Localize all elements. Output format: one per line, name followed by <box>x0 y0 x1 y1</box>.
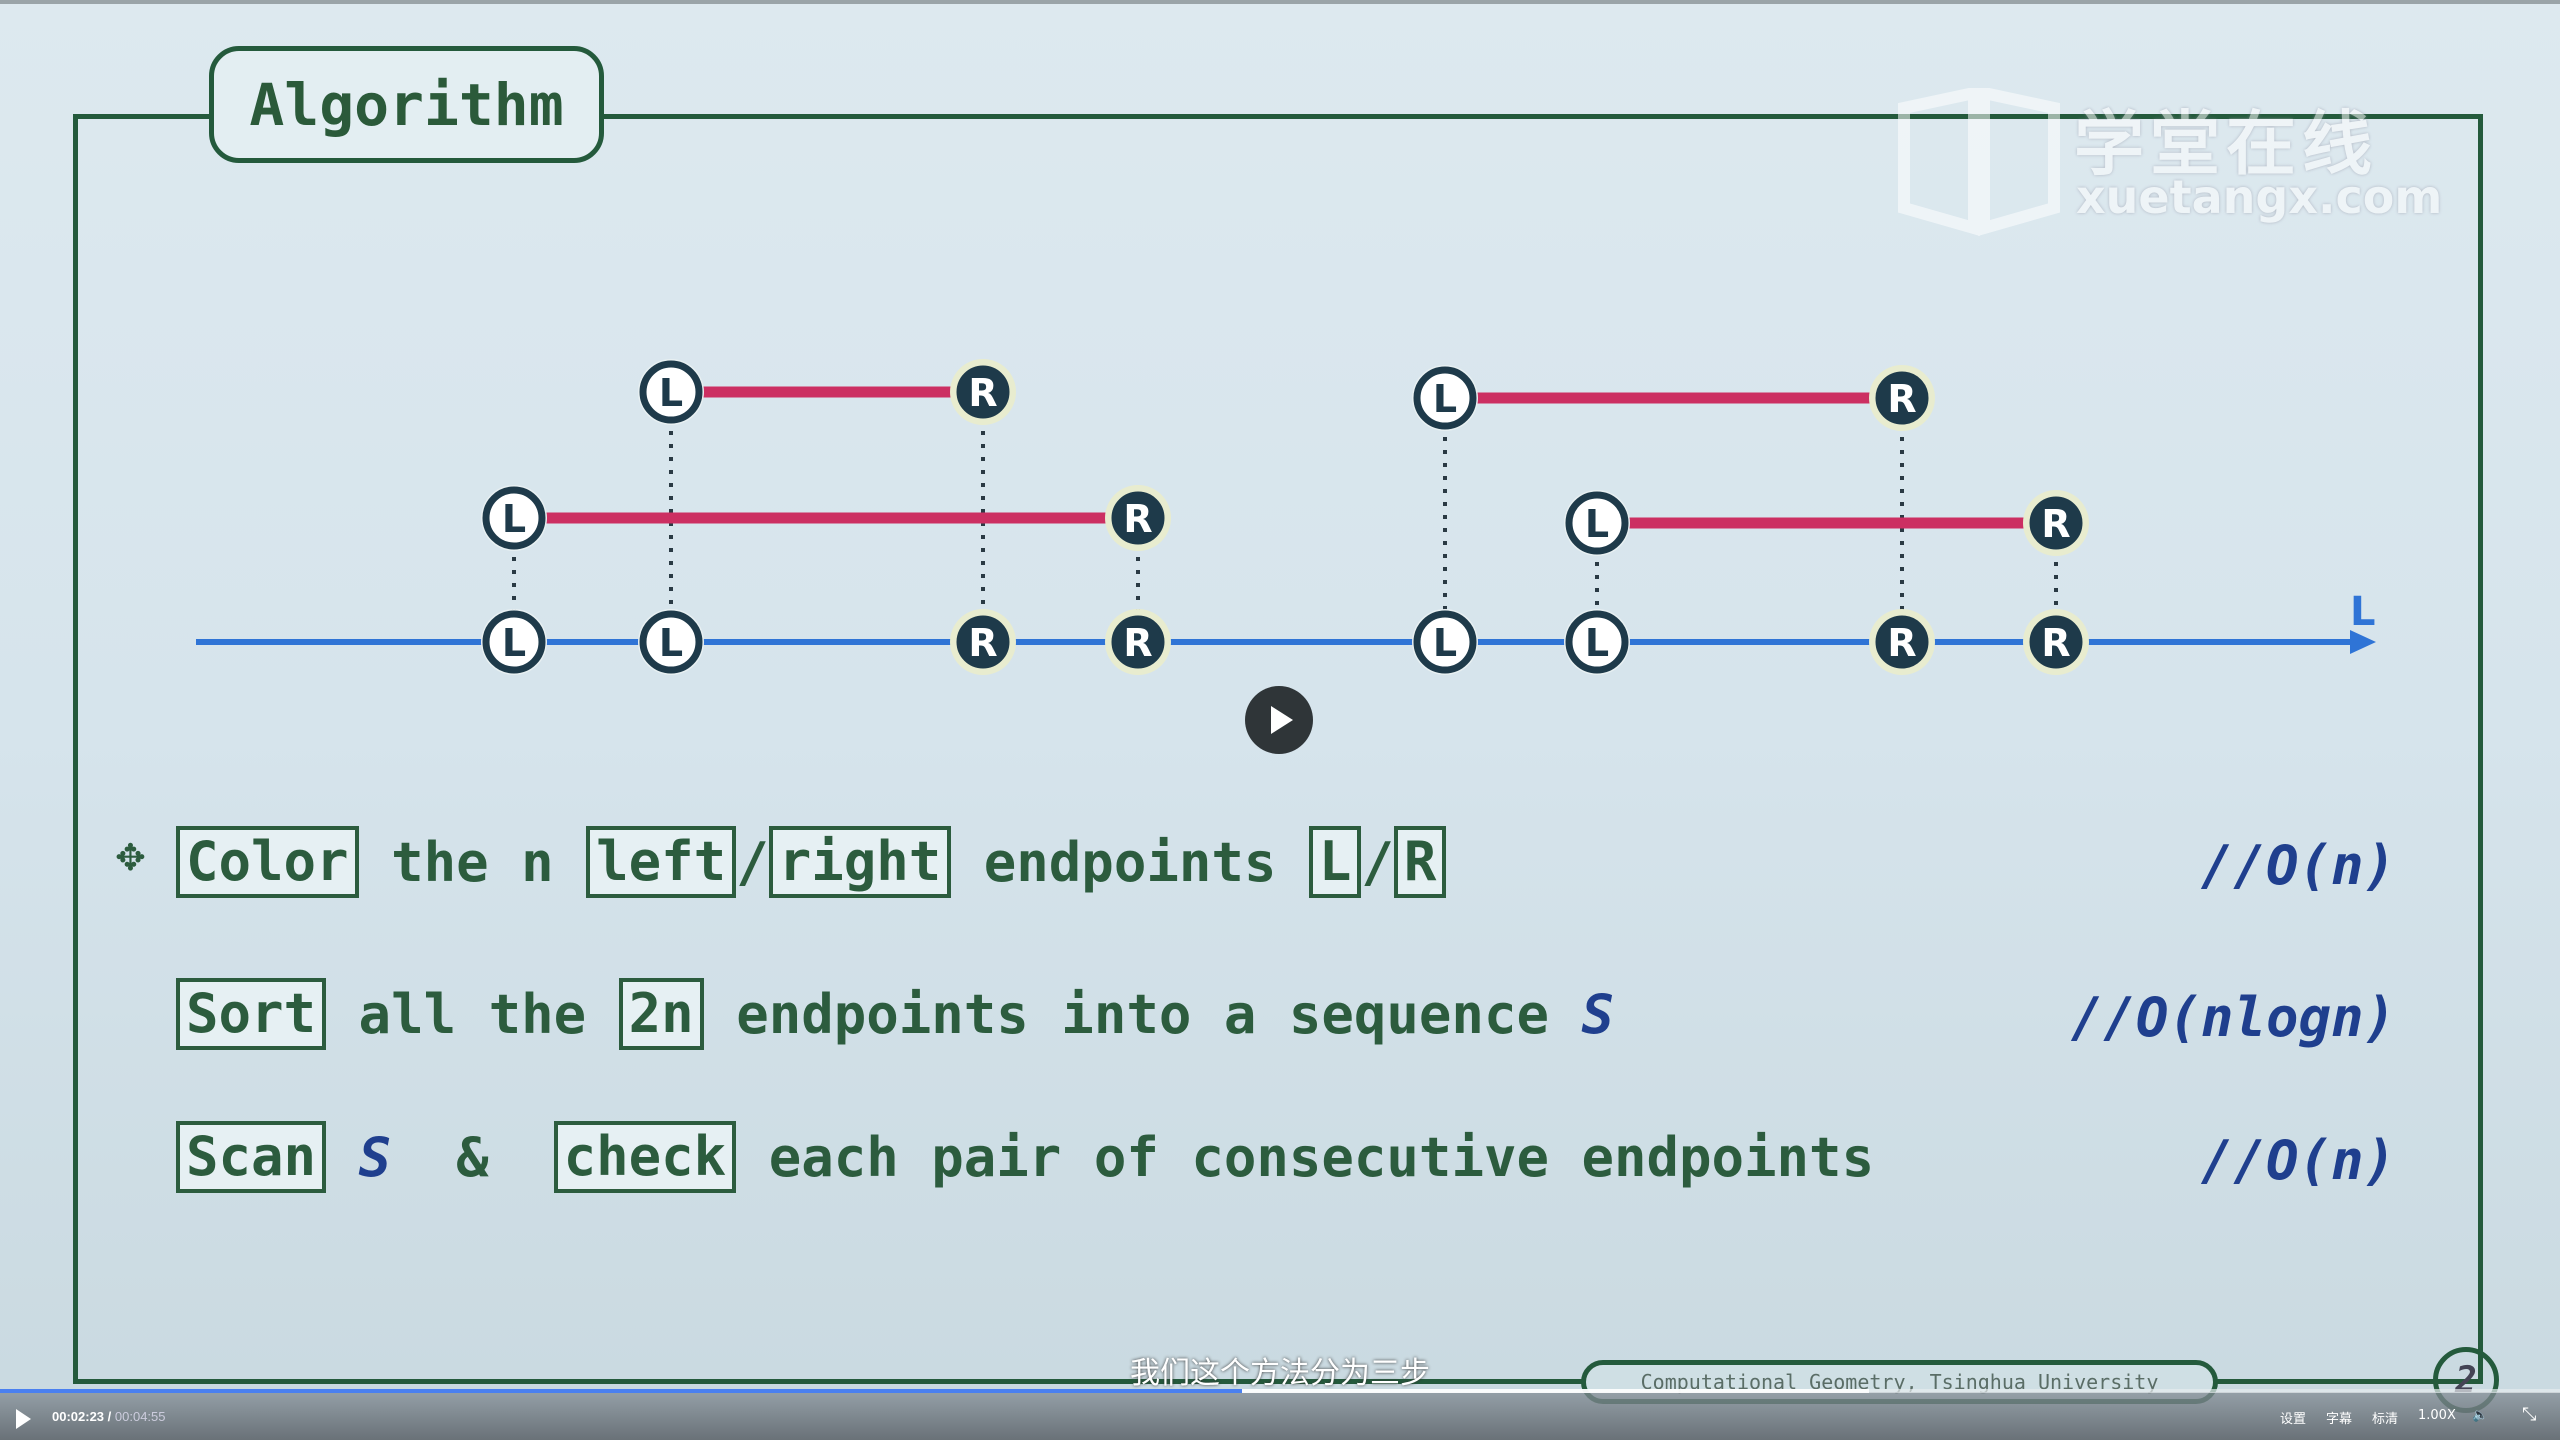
step-line: Color the n left / right endpoints L / R <box>176 826 1447 898</box>
endpoint-label: R <box>1123 497 1152 541</box>
keyword-box: L <box>1308 826 1362 898</box>
step-text: endpoints <box>951 830 1309 894</box>
speed-button[interactable]: 1.00X <box>2418 1408 2456 1423</box>
endpoint-label: R <box>1887 621 1916 665</box>
endpoint-label: L <box>502 497 526 541</box>
step-text: the n <box>358 830 587 894</box>
endpoint-label: R <box>968 371 997 415</box>
keyword-box: left <box>586 826 737 898</box>
endpoint-label: R <box>1123 621 1152 665</box>
step-text: all the <box>326 982 619 1046</box>
keyword-box: R <box>1393 826 1447 898</box>
step-text: endpoints into a sequence <box>703 982 1582 1046</box>
endpoint-label: L <box>659 371 683 415</box>
settings-button[interactable]: 设置 <box>2280 1408 2306 1427</box>
endpoint-label: L <box>1433 377 1457 421</box>
step-text: each pair of consecutive endpoints <box>736 1125 1875 1189</box>
endpoint-label: L <box>1433 621 1457 665</box>
endpoint-label: R <box>968 621 997 665</box>
time-display: 00:02:23 / 00:04:55 <box>52 1409 166 1424</box>
endpoint-label: L <box>1585 502 1609 546</box>
endpoint-label: R <box>1887 377 1916 421</box>
duration: 00:04:55 <box>114 1409 166 1424</box>
keyword-box: Scan <box>176 1121 327 1193</box>
speaker-icon[interactable]: 🔈 <box>2472 1408 2488 1423</box>
keyword-box: Color <box>176 826 359 898</box>
step-text: / <box>1361 830 1394 894</box>
keyword-box: 2n <box>618 978 704 1050</box>
quality-button[interactable]: 标清 <box>2372 1408 2398 1427</box>
endpoint-label: L <box>659 621 683 665</box>
step-line: Scan S & check each pair of consecutive … <box>176 1121 1874 1193</box>
step-text <box>326 1126 359 1189</box>
endpoint-label: R <box>2041 621 2070 665</box>
play-icon[interactable] <box>16 1409 31 1429</box>
step-line: Sort all the 2n endpoints into a sequenc… <box>176 978 1614 1050</box>
keyword-box: right <box>768 826 952 898</box>
captions-button[interactable]: 字幕 <box>2326 1408 2352 1427</box>
complexity-label: //O(n) <box>2200 834 2396 897</box>
interval-diagram: L R L R L R L R L L L L R R R R L <box>196 359 2376 675</box>
player-controls <box>0 1392 2560 1440</box>
exit-fullscreen-icon[interactable]: ⤡ <box>2522 1404 2536 1425</box>
complexity-label: //O(n) <box>2200 1129 2396 1192</box>
keyword-box: check <box>553 1121 737 1193</box>
endpoint-label: L <box>1585 621 1609 665</box>
bullet-icon: ✥ <box>116 826 145 882</box>
play-overlay-button[interactable] <box>1245 686 1313 754</box>
endpoint-label: L <box>502 621 526 665</box>
axis-label: L <box>2350 589 2376 635</box>
step-text: & <box>391 1125 554 1189</box>
subtitle: 我们这个方法分为三步 <box>1130 1356 1430 1391</box>
step-text: S <box>358 1125 392 1189</box>
step-text: S <box>1581 982 1614 1046</box>
endpoint-label: R <box>2041 502 2070 546</box>
step-text: / <box>736 830 769 894</box>
keyword-box: Sort <box>176 978 327 1050</box>
current-time: 00:02:23 <box>52 1409 105 1424</box>
complexity-label: //O(nlogn) <box>2070 986 2396 1049</box>
